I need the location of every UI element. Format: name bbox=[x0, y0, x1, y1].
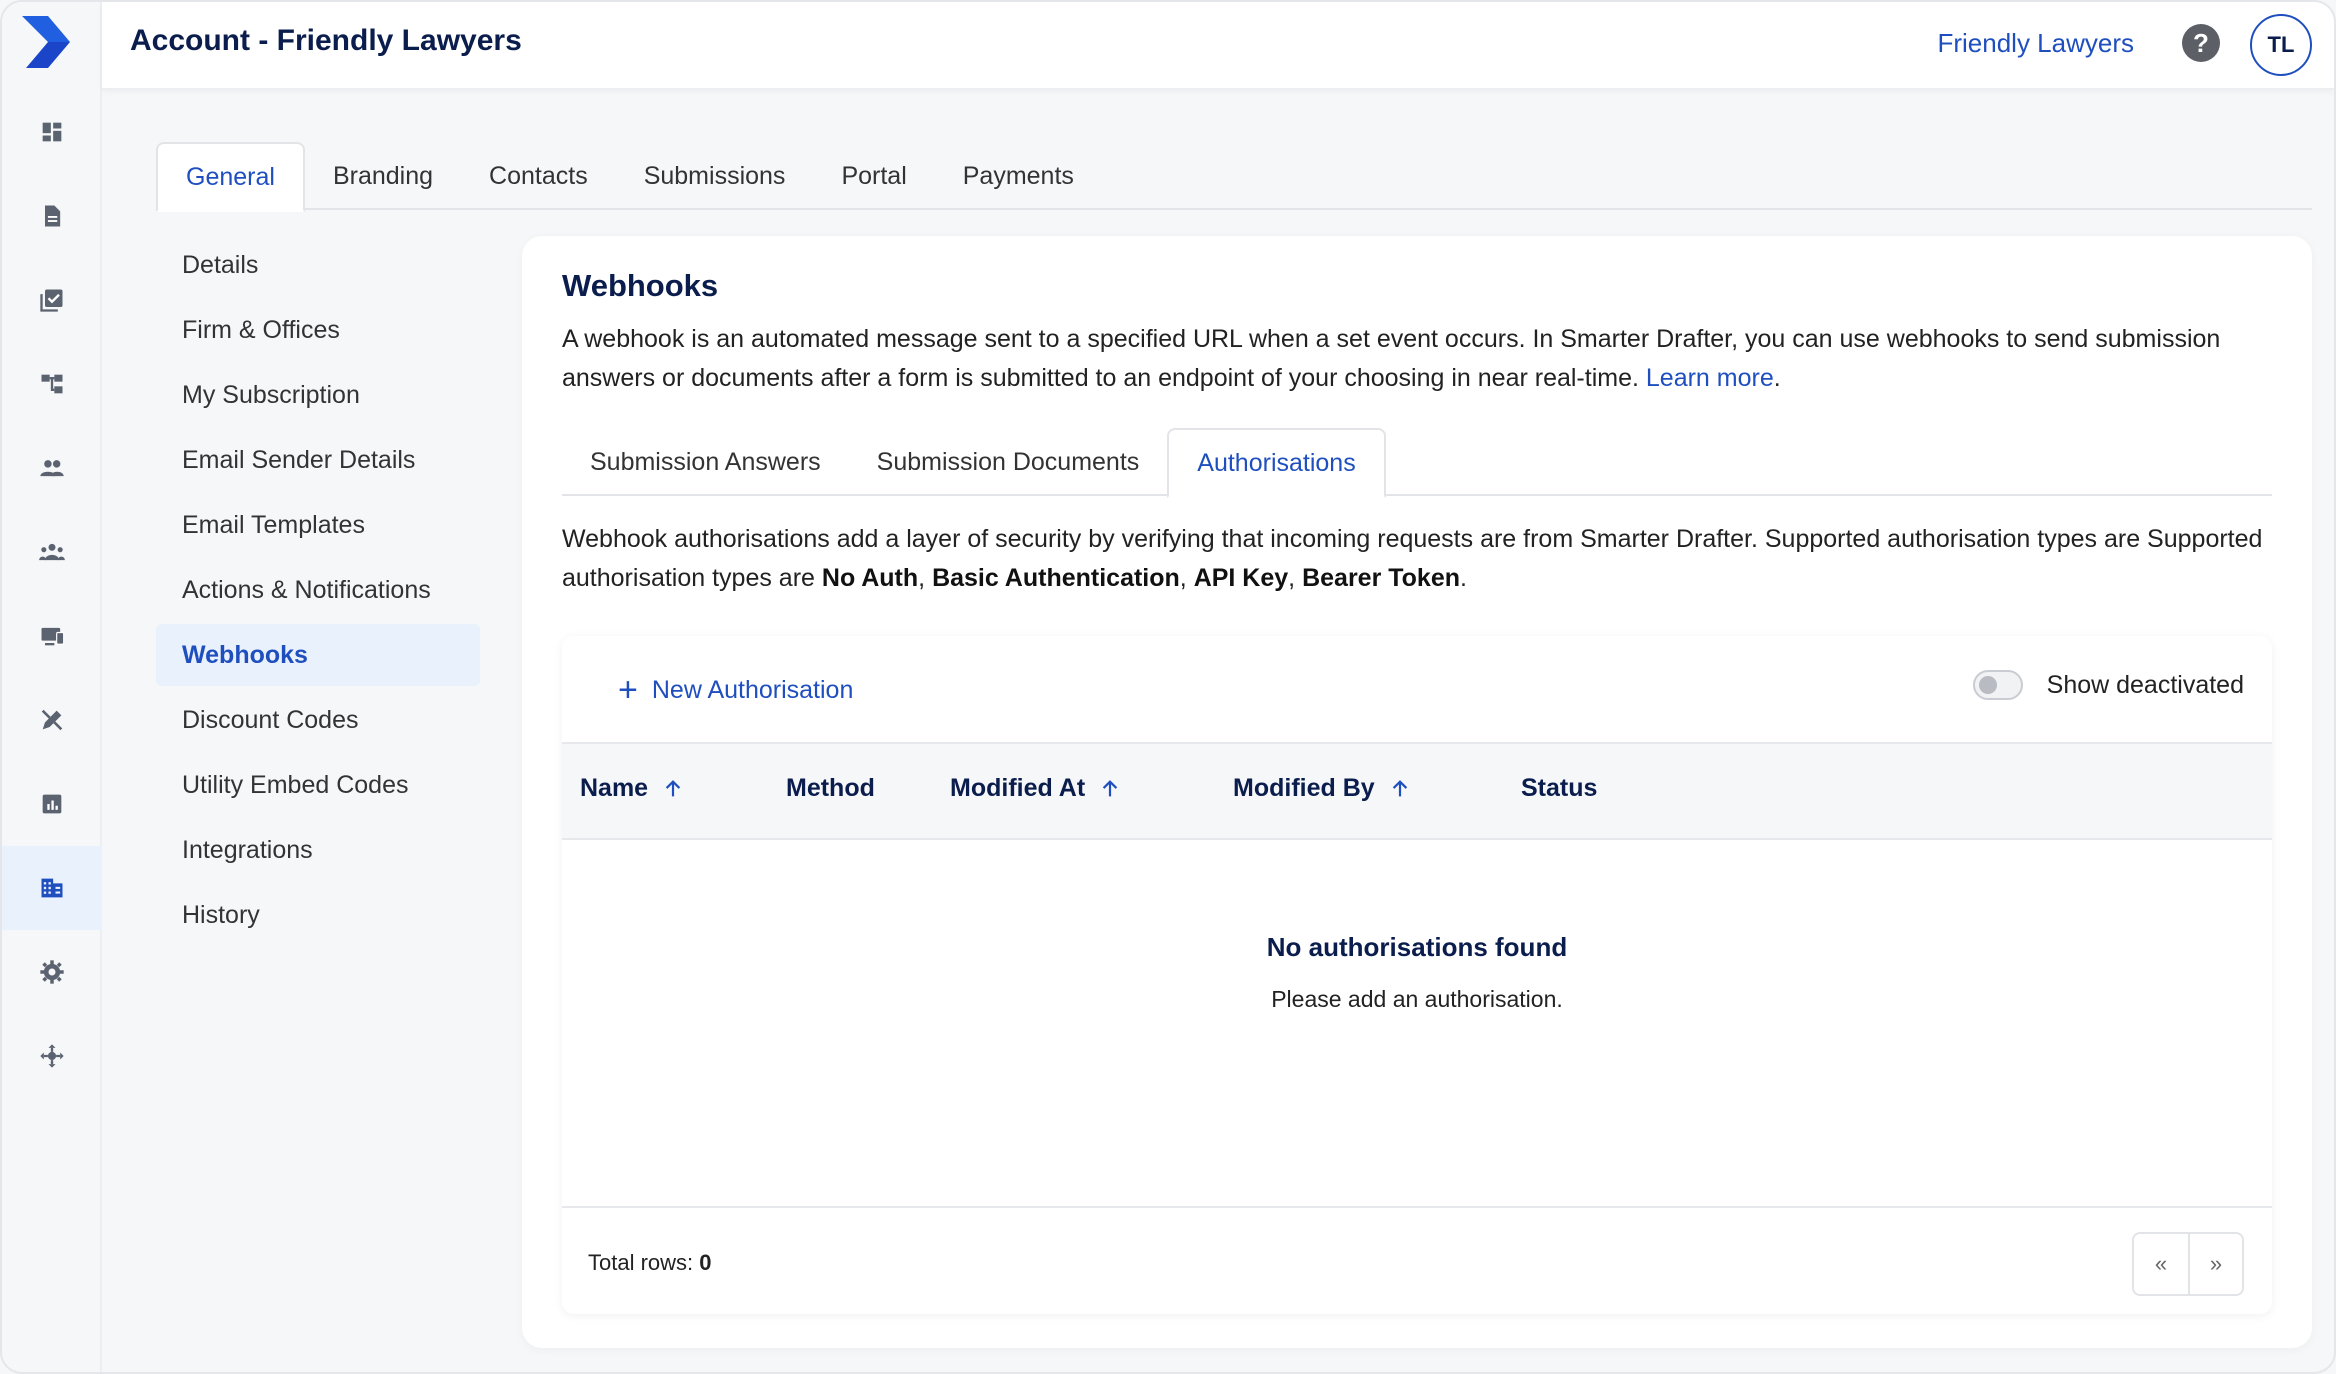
side-item-integrations[interactable]: Integrations bbox=[156, 819, 480, 881]
auth-type-bearer: Bearer Token bbox=[1302, 564, 1461, 592]
workflow-icon[interactable] bbox=[2, 342, 102, 426]
tab-authorisations[interactable]: Authorisations bbox=[1167, 428, 1386, 498]
webhooks-description: A webhook is an automated message sent t… bbox=[562, 320, 2282, 398]
side-item-history[interactable]: History bbox=[156, 884, 480, 946]
column-label: Status bbox=[1521, 774, 1598, 802]
side-item-actions-notifications[interactable]: Actions & Notifications bbox=[156, 559, 480, 621]
integrations-icon[interactable] bbox=[2, 1014, 102, 1098]
sort-arrow-up-icon bbox=[665, 779, 681, 796]
tab-branding[interactable]: Branding bbox=[305, 142, 461, 210]
table-footer: Total rows: 0 « » bbox=[562, 1206, 2272, 1314]
authorisations-description: Webhook authorisations add a layer of se… bbox=[562, 520, 2282, 598]
avatar[interactable]: TL bbox=[2250, 14, 2312, 76]
learn-more-period: . bbox=[1773, 364, 1781, 392]
design-icon[interactable] bbox=[2, 678, 102, 762]
table-header: Name Method Modified At Modified By Stat… bbox=[562, 744, 2272, 840]
portal-icon[interactable] bbox=[2, 594, 102, 678]
tab-general[interactable]: General bbox=[156, 142, 305, 212]
new-authorisation-label: New Authorisation bbox=[651, 675, 854, 704]
total-rows: Total rows: 0 bbox=[588, 1250, 712, 1276]
show-deactivated-label: Show deactivated bbox=[2046, 670, 2244, 699]
side-item-utility-embed-codes[interactable]: Utility Embed Codes bbox=[156, 754, 480, 816]
column-label: Modified By bbox=[1233, 774, 1375, 802]
column-header-method[interactable]: Method bbox=[786, 774, 875, 803]
side-item-discount-codes[interactable]: Discount Codes bbox=[156, 689, 480, 751]
document-icon[interactable] bbox=[2, 174, 102, 258]
nav-rail bbox=[2, 2, 102, 1372]
side-item-my-subscription[interactable]: My Subscription bbox=[156, 364, 480, 426]
column-header-name[interactable]: Name bbox=[580, 774, 684, 803]
column-label: Method bbox=[786, 774, 875, 802]
page-title: Account - Friendly Lawyers bbox=[130, 24, 522, 57]
column-label: Name bbox=[580, 774, 649, 802]
side-item-firm-offices[interactable]: Firm & Offices bbox=[156, 299, 480, 361]
general-side-menu: Details Firm & Offices My Subscription E… bbox=[156, 234, 480, 949]
tab-submission-answers[interactable]: Submission Answers bbox=[562, 428, 849, 496]
table-toolbar: + New Authorisation Show deactivated bbox=[562, 636, 2272, 744]
next-page-button[interactable]: » bbox=[2188, 1234, 2242, 1294]
empty-state-subtitle: Please add an authorisation. bbox=[1271, 986, 1563, 1012]
auth-type-api-key: API Key bbox=[1193, 564, 1289, 592]
side-item-details[interactable]: Details bbox=[156, 234, 480, 296]
dashboard-icon[interactable] bbox=[2, 90, 102, 174]
auth-separator: , bbox=[1179, 564, 1194, 592]
show-deactivated-toggle[interactable] bbox=[1972, 670, 2023, 700]
tab-portal[interactable]: Portal bbox=[813, 142, 934, 210]
column-header-modified-at[interactable]: Modified At bbox=[950, 774, 1121, 803]
previous-page-button[interactable]: « bbox=[2134, 1234, 2188, 1294]
firm-name-link[interactable]: Friendly Lawyers bbox=[1937, 28, 2134, 59]
contacts-icon[interactable] bbox=[2, 426, 102, 510]
app-window: Account - Friendly Lawyers Friendly Lawy… bbox=[0, 0, 2336, 1374]
column-header-modified-by[interactable]: Modified By bbox=[1233, 774, 1411, 803]
new-authorisation-button[interactable]: + New Authorisation bbox=[618, 670, 853, 710]
authorisations-table-panel: + New Authorisation Show deactivated Nam… bbox=[562, 636, 2272, 1314]
auth-separator: , bbox=[918, 564, 933, 592]
column-label: Modified At bbox=[950, 774, 1086, 802]
sort-arrow-up-icon bbox=[1392, 779, 1407, 796]
tab-contacts[interactable]: Contacts bbox=[461, 142, 616, 210]
tab-payments[interactable]: Payments bbox=[935, 142, 1102, 210]
app-header: Account - Friendly Lawyers Friendly Lawy… bbox=[102, 2, 2334, 90]
empty-state-title: No authorisations found bbox=[1266, 932, 1568, 962]
webhook-tabs: Submission Answers Submission Documents … bbox=[562, 428, 2272, 498]
help-icon[interactable]: ? bbox=[2182, 24, 2220, 62]
webhooks-description-text: A webhook is an automated message sent t… bbox=[562, 325, 2221, 392]
learn-more-link[interactable]: Learn more bbox=[1646, 364, 1774, 392]
account-tabs: General Branding Contacts Submissions Po… bbox=[156, 142, 2312, 212]
auth-type-no-auth: No Auth bbox=[821, 564, 919, 592]
auth-separator: , bbox=[1288, 564, 1303, 592]
total-rows-label: Total rows: bbox=[588, 1250, 700, 1275]
tab-submissions[interactable]: Submissions bbox=[616, 142, 814, 210]
pagination: « » bbox=[2132, 1232, 2244, 1296]
toggle-knob bbox=[1978, 676, 1997, 694]
section-heading: Webhooks bbox=[562, 268, 719, 303]
auth-description-end: . bbox=[1460, 564, 1467, 592]
reports-icon[interactable] bbox=[2, 762, 102, 846]
show-deactivated-control: Show deactivated bbox=[1972, 670, 2244, 700]
webhooks-card: Webhooks A webhook is an automated messa… bbox=[522, 236, 2312, 1348]
auth-type-basic: Basic Authentication bbox=[932, 564, 1180, 592]
column-header-status[interactable]: Status bbox=[1521, 774, 1597, 803]
side-item-email-templates[interactable]: Email Templates bbox=[156, 494, 480, 556]
plus-icon: + bbox=[618, 671, 638, 709]
total-rows-value: 0 bbox=[699, 1250, 712, 1275]
sort-arrow-up-icon bbox=[1102, 779, 1118, 796]
checklist-icon[interactable] bbox=[2, 258, 102, 342]
side-item-webhooks[interactable]: Webhooks bbox=[156, 624, 480, 686]
side-item-email-sender-details[interactable]: Email Sender Details bbox=[156, 429, 480, 491]
tab-submission-documents[interactable]: Submission Documents bbox=[849, 428, 1168, 496]
team-icon[interactable] bbox=[2, 510, 102, 594]
logo-icon[interactable] bbox=[18, 12, 74, 72]
settings-gear-icon[interactable] bbox=[2, 930, 102, 1014]
account-building-icon[interactable] bbox=[2, 846, 102, 930]
